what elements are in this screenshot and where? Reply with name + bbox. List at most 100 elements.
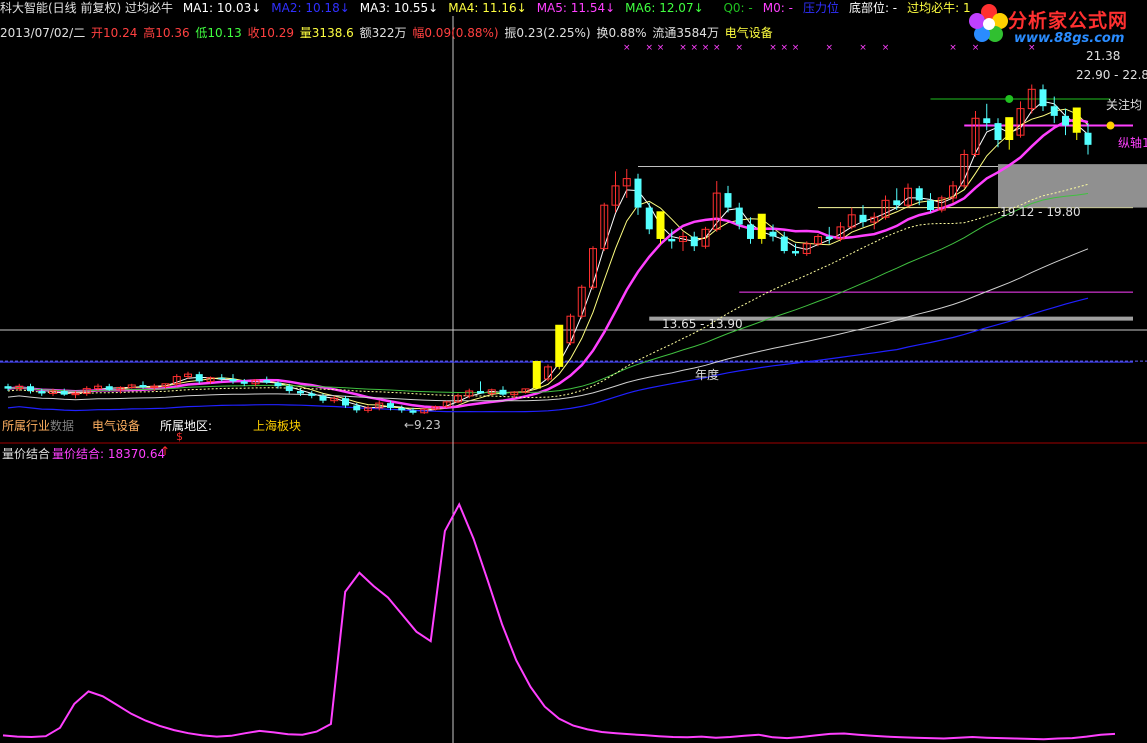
cross-marker: × bbox=[859, 43, 867, 53]
candle-down bbox=[780, 236, 788, 252]
candle-down bbox=[825, 236, 833, 239]
sub-panel-value: 量价结合: 18370.64 bbox=[52, 447, 166, 461]
sub-panel-title: 量价结合 bbox=[2, 447, 51, 461]
candle-down bbox=[735, 207, 743, 225]
candle-down bbox=[724, 193, 732, 208]
candle-down bbox=[983, 118, 991, 124]
industry-value: 电气设备 bbox=[92, 419, 141, 433]
quote-date: 2013/07/02/二 bbox=[0, 26, 86, 40]
site-logo: 分析家公式网 www.88gs.com bbox=[968, 2, 1146, 48]
quote-amount: 额322万 bbox=[359, 26, 407, 40]
quote-change: 幅0.09(0.88%) bbox=[412, 26, 499, 40]
low-price-label: ←9.23 bbox=[404, 418, 441, 432]
annual-label: 年度 bbox=[695, 368, 720, 382]
quote-low: 低10.13 bbox=[195, 26, 242, 40]
region-value: 上海板块 bbox=[253, 419, 302, 433]
quote-volume: 量3138.6 bbox=[299, 26, 354, 40]
candle-down bbox=[893, 200, 901, 206]
signal-candle bbox=[656, 211, 665, 239]
cross-marker: × bbox=[702, 43, 710, 53]
cross-marker: × bbox=[657, 43, 665, 53]
candle-down bbox=[60, 391, 68, 395]
candle-down bbox=[409, 410, 417, 413]
ma-line-thick bbox=[7, 118, 1089, 409]
yellow-dot bbox=[1106, 121, 1115, 130]
header-row: 科大智能(日线 前复权) 过均必牛 MA1: 10.03↓ MA2: 10.18↓… bbox=[0, 0, 987, 16]
range-label-2: 19.12 - 19.80 bbox=[1000, 205, 1081, 219]
candle-down bbox=[1039, 89, 1047, 107]
top-price-label: 21.38 bbox=[1086, 49, 1121, 63]
candle-down bbox=[747, 224, 754, 239]
candle-down bbox=[342, 398, 349, 406]
cross-marker: × bbox=[882, 43, 890, 53]
ma-line-medium bbox=[7, 108, 1089, 410]
range-label-1: 13.65 - 13.90 bbox=[662, 317, 743, 331]
candle-down bbox=[1050, 106, 1058, 116]
range-label-3: 22.90 - 22.86 bbox=[1076, 68, 1147, 82]
cross-marker: × bbox=[713, 43, 721, 53]
quote-amplitude: 振0.23(2.25%) bbox=[504, 26, 591, 40]
cross-marker: × bbox=[769, 43, 777, 53]
quote-close: 收10.29 bbox=[247, 26, 294, 40]
candle-down bbox=[634, 178, 642, 208]
quote-row: 2013/07/02/二 开10.24 高10.36 低10.13 收10.29… bbox=[0, 25, 779, 41]
candle-down bbox=[319, 395, 327, 401]
candle-down bbox=[792, 251, 799, 254]
candle-down bbox=[915, 188, 923, 201]
chart-title: 科大智能(日线 前复权) 过均必牛 bbox=[0, 1, 173, 15]
data-label: 数据 bbox=[50, 419, 75, 433]
ma-line-year bbox=[7, 297, 1089, 413]
quote-open: 开10.24 bbox=[91, 26, 138, 40]
ma-value-6: MA6: 12.07↓ bbox=[625, 1, 704, 15]
indicator-value-3: 压力位 bbox=[802, 1, 839, 15]
quote-high: 高10.36 bbox=[143, 26, 190, 40]
volume-price-line bbox=[2, 502, 1116, 741]
industry-label: 所属行业 bbox=[2, 419, 51, 433]
candle-down bbox=[105, 386, 113, 390]
indicator-list: Q0: - M0: - 压力位 底部位: - 过均必牛: 1 bbox=[723, 1, 980, 15]
signal-candle bbox=[757, 213, 766, 239]
axis-label: 纵轴1 bbox=[1118, 136, 1147, 150]
indicator-value-4: 底部位: - bbox=[848, 1, 898, 15]
candle-down bbox=[387, 403, 394, 408]
ma-value-2: MA2: 10.18↓ bbox=[271, 1, 350, 15]
indicator-value-2: M0: - bbox=[762, 1, 793, 15]
quote-float: 流通3584万 bbox=[652, 26, 719, 40]
cross-marker: × bbox=[792, 43, 800, 53]
region-label: 所属地区: bbox=[160, 419, 213, 433]
quote-turnover: 换0.88% bbox=[596, 26, 647, 40]
green-dot bbox=[1005, 94, 1014, 103]
candle-down bbox=[38, 391, 46, 394]
candle-down bbox=[769, 231, 777, 237]
candle-down bbox=[398, 407, 406, 411]
signal-candle bbox=[1072, 107, 1081, 133]
candle-down bbox=[994, 123, 1002, 140]
ma-list: MA1: 10.03↓ MA2: 10.18↓ MA3: 10.55↓ MA4: 11… bbox=[183, 1, 714, 15]
logo-url[interactable]: www.88gs.com bbox=[1014, 31, 1124, 46]
cross-marker: × bbox=[780, 43, 788, 53]
candle-down bbox=[645, 207, 653, 230]
quote-sector: 电气设备 bbox=[724, 26, 773, 40]
signal-candle bbox=[555, 324, 564, 367]
dollar-marker: $ bbox=[176, 430, 183, 443]
ma-value-3: MA3: 10.55↓ bbox=[359, 1, 439, 15]
signal-candle bbox=[1005, 117, 1014, 140]
candle-down bbox=[1084, 132, 1092, 145]
signal-candle bbox=[532, 360, 541, 389]
candle-down bbox=[353, 405, 361, 411]
candle-down bbox=[274, 382, 282, 387]
candle-down bbox=[477, 391, 484, 394]
cross-marker: × bbox=[623, 43, 631, 53]
candle-down bbox=[218, 377, 226, 379]
cross-marker: × bbox=[735, 43, 743, 53]
candle-down bbox=[690, 236, 698, 247]
candle-down bbox=[927, 200, 934, 210]
focus-label: 关注均 bbox=[1106, 98, 1143, 112]
candle-down bbox=[240, 381, 248, 384]
ma-value-1: MA1: 10.03↓ bbox=[182, 1, 262, 15]
flower-icon bbox=[969, 4, 1008, 42]
cross-marker: × bbox=[679, 43, 687, 53]
candle-down bbox=[229, 378, 237, 382]
candle-down bbox=[499, 389, 507, 395]
cross-marker: × bbox=[690, 43, 698, 53]
